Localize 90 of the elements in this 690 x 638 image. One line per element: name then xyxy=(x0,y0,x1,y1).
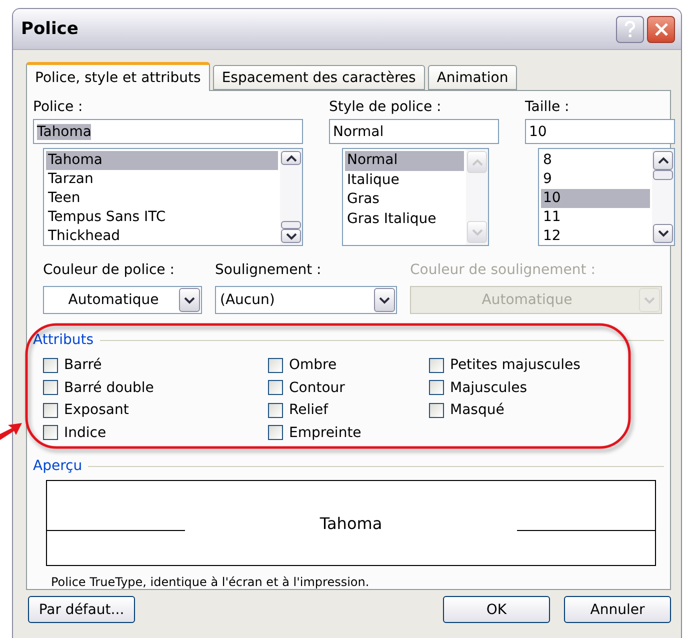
checkbox[interactable] xyxy=(268,425,283,440)
tab[interactable]: Animation xyxy=(428,65,518,90)
window-title: Police xyxy=(21,19,80,39)
checkbox-label: Contour xyxy=(289,380,345,396)
close-button[interactable] xyxy=(647,16,675,42)
dialog-button[interactable]: Annuler xyxy=(564,596,671,623)
close-icon xyxy=(654,22,668,36)
chevron-up-icon xyxy=(472,158,482,166)
checkbox-label: Masqué xyxy=(450,402,504,418)
checkbox[interactable] xyxy=(43,425,58,440)
checkbox[interactable] xyxy=(268,402,283,418)
checkbox[interactable] xyxy=(268,380,283,396)
checkbox-label: Relief xyxy=(289,402,328,418)
group-title: Aperçu xyxy=(33,458,82,474)
field-label: Police : xyxy=(33,98,84,117)
input-field[interactable]: Normal xyxy=(329,119,499,144)
chevron-down-icon xyxy=(644,296,655,304)
list-item[interactable]: Italique xyxy=(345,170,464,190)
dropdown-button[interactable] xyxy=(374,288,395,312)
list-item[interactable]: 9 xyxy=(541,170,650,189)
dialog-button[interactable]: OK xyxy=(443,596,550,623)
scroll-down-button[interactable] xyxy=(653,224,673,243)
list-box[interactable]: 8 9 10 11 12 xyxy=(538,148,675,246)
list-item[interactable]: Tahoma xyxy=(46,151,278,170)
dropdown-button[interactable] xyxy=(179,288,200,312)
field-label: Style de police : xyxy=(329,98,442,117)
chevron-up-icon xyxy=(286,154,296,162)
list-item[interactable]: Gras xyxy=(345,190,464,210)
scroll-thumb[interactable] xyxy=(653,170,673,180)
help-icon xyxy=(624,20,636,38)
checkbox-label: Indice xyxy=(64,424,106,441)
checkbox-label: Empreinte xyxy=(289,424,362,441)
field-value: 10 xyxy=(529,124,547,140)
scroll-up-button[interactable] xyxy=(281,151,301,165)
checkbox-label: Petites majuscules xyxy=(450,357,580,374)
field-label: Soulignement : xyxy=(215,261,322,280)
tab[interactable]: Espacement des caractères xyxy=(212,65,425,90)
chevron-down-icon xyxy=(184,296,195,304)
input-field[interactable]: 10 xyxy=(525,119,675,144)
list-item[interactable]: 10 xyxy=(541,189,650,208)
list-item[interactable]: Normal xyxy=(345,151,464,170)
checkbox[interactable] xyxy=(429,380,444,396)
dropdown[interactable]: Automatique xyxy=(43,286,202,314)
scrollbar[interactable] xyxy=(652,149,674,245)
chevron-down-icon xyxy=(379,296,390,304)
list-item[interactable]: Thickhead xyxy=(46,227,278,246)
group-title: Attributs xyxy=(33,332,94,348)
checkbox-label: Exposant xyxy=(64,402,129,418)
scroll-up-button[interactable] xyxy=(653,151,673,170)
list-item[interactable]: 11 xyxy=(541,208,650,227)
scroll-down-button[interactable] xyxy=(281,229,301,243)
chevron-down-icon xyxy=(658,230,668,238)
list-item[interactable]: Gras Italique xyxy=(345,210,464,229)
checkbox[interactable] xyxy=(43,358,58,373)
dropdown[interactable]: (Aucun) xyxy=(215,286,397,314)
checkbox[interactable] xyxy=(43,380,58,396)
list-box[interactable]: Normal Italique Gras Gras Italique xyxy=(342,148,489,246)
checkbox[interactable] xyxy=(429,358,444,373)
checkbox[interactable] xyxy=(429,402,444,418)
field-label: Taille : xyxy=(525,98,570,117)
checkbox-label: Barré double xyxy=(64,380,154,396)
chevron-down-icon xyxy=(286,232,296,240)
field-label: Couleur de soulignement : xyxy=(410,261,596,280)
scrollbar[interactable] xyxy=(280,149,302,245)
scroll-thumb[interactable] xyxy=(281,221,301,229)
font-note: Police TrueType, identique à l'écran et à l'impression. xyxy=(51,575,370,589)
checkbox[interactable] xyxy=(268,358,283,373)
checkbox-label: Majuscules xyxy=(450,380,528,396)
chevron-down-icon xyxy=(472,228,482,236)
dialog-button[interactable]: Par défaut... xyxy=(28,596,135,623)
dropdown-value: Automatique xyxy=(67,292,160,308)
checkbox-label: Ombre xyxy=(289,357,337,374)
field-value: Normal xyxy=(333,124,384,140)
preview-sample: Tahoma xyxy=(318,514,384,532)
chevron-up-icon xyxy=(658,156,668,164)
list-item[interactable]: Tempus Sans ITC xyxy=(46,208,278,227)
dropdown-value: Automatique xyxy=(480,292,574,308)
list-item[interactable]: 8 xyxy=(541,151,650,170)
field-label: Couleur de police : xyxy=(43,261,176,280)
list-item[interactable]: Teen xyxy=(46,189,278,208)
input-field[interactable]: Tahoma xyxy=(33,119,303,144)
dropdown-value: (Aucun) xyxy=(220,292,276,308)
help-button[interactable] xyxy=(616,16,644,42)
field-value: Tahoma xyxy=(37,124,92,140)
checkbox[interactable] xyxy=(43,402,58,418)
list-item[interactable]: Tarzan xyxy=(46,170,278,189)
tab[interactable]: Police, style et attributs xyxy=(26,62,210,91)
checkbox-label: Barré xyxy=(64,357,102,374)
list-box[interactable]: Tahoma Tarzan Teen Tempus Sans ITC Thickhead xyxy=(43,148,303,246)
list-item[interactable]: 12 xyxy=(541,227,650,246)
